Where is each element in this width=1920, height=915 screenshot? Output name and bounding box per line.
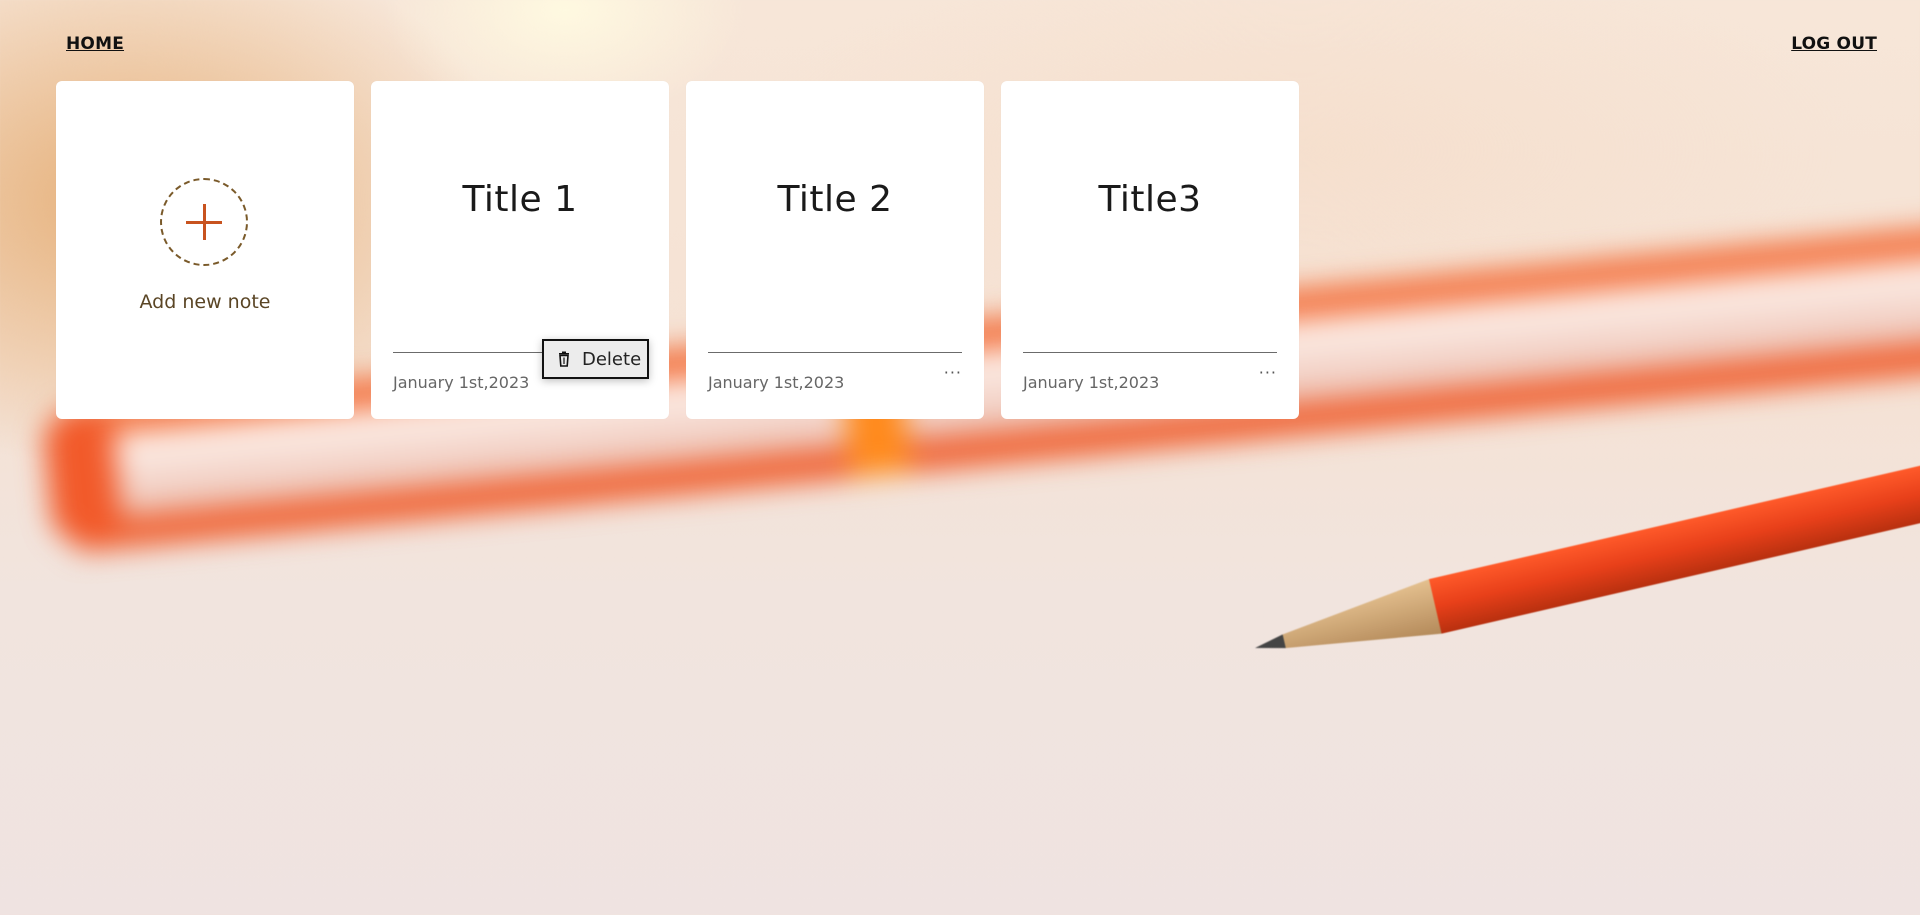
add-note-label: Add new note	[139, 291, 271, 313]
note-date: January 1st,2023	[1023, 373, 1160, 392]
note-title: Title 1	[462, 179, 578, 220]
note-date: January 1st,2023	[708, 373, 845, 392]
add-note-button[interactable]	[160, 178, 248, 266]
divider	[708, 352, 962, 353]
note-title: Title 2	[777, 179, 893, 220]
note-card[interactable]: Title3 January 1st,2023 ···	[1001, 81, 1299, 419]
note-date: January 1st,2023	[393, 373, 530, 392]
ellipsis-icon[interactable]: ···	[1259, 365, 1277, 381]
home-link[interactable]: HOME	[66, 34, 124, 54]
divider	[1023, 352, 1277, 353]
add-note-card[interactable]: Add new note	[56, 81, 354, 419]
note-card[interactable]: Title 2 January 1st,2023 ···	[686, 81, 984, 419]
ellipsis-icon[interactable]: ···	[944, 365, 962, 381]
trash-icon	[559, 351, 569, 367]
background-pencil-image	[1248, 448, 1920, 677]
delete-label: Delete	[582, 348, 642, 370]
logout-link[interactable]: LOG OUT	[1791, 34, 1877, 54]
note-title: Title3	[1098, 179, 1202, 220]
delete-button[interactable]: Delete	[542, 339, 649, 379]
note-card[interactable]: Title 1 January 1st,2023 Delete	[371, 81, 669, 419]
